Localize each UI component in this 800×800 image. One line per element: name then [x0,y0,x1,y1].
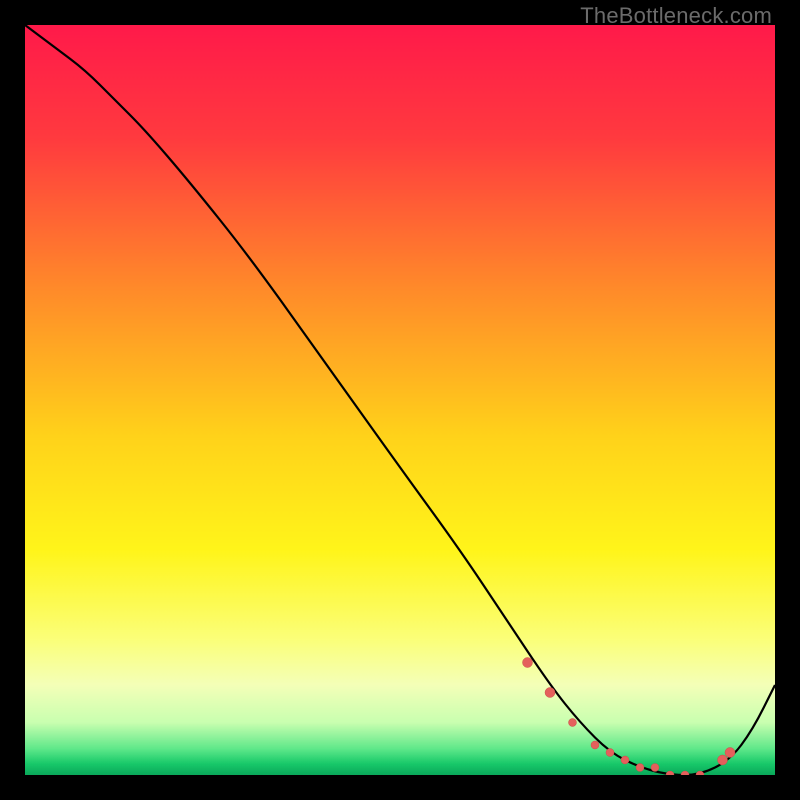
chart-svg [25,25,775,775]
highlight-marker [606,749,614,757]
highlight-marker [523,658,533,668]
highlight-marker [569,719,577,727]
highlight-marker [636,764,644,772]
highlight-marker [718,755,728,765]
highlight-marker [651,764,659,772]
highlight-marker [545,688,555,698]
highlight-markers [523,658,736,776]
watermark-text: TheBottleneck.com [580,3,772,29]
highlight-marker [591,741,599,749]
highlight-marker [666,771,674,775]
chart-frame [25,25,775,775]
highlight-marker [725,748,735,758]
bottleneck-curve [25,25,775,775]
highlight-marker [621,756,629,764]
highlight-marker [681,771,689,775]
